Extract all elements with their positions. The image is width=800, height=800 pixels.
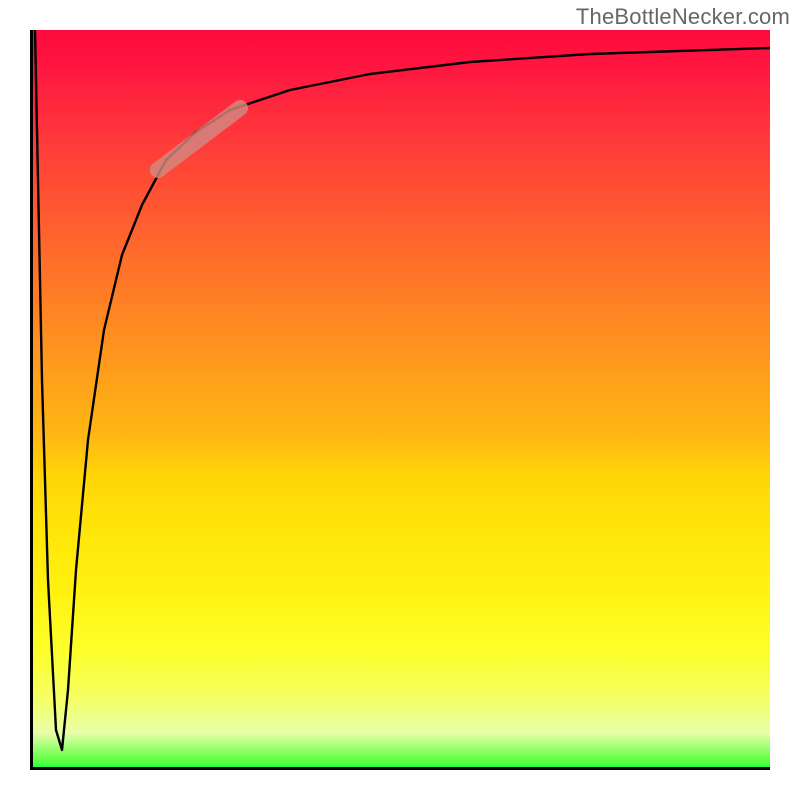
plot-background-gradient xyxy=(30,30,770,770)
x-axis xyxy=(30,767,770,770)
y-axis xyxy=(30,30,33,770)
attribution-text: TheBottleNecker.com xyxy=(576,4,790,30)
chart-container: TheBottleNecker.com xyxy=(0,0,800,800)
